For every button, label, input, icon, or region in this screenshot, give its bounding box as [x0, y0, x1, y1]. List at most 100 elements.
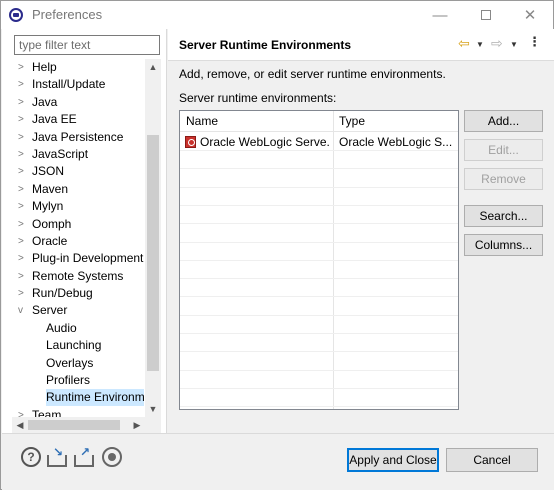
tree-item-server[interactable]: v Server	[12, 302, 144, 319]
column-header-type[interactable]: Type	[339, 114, 365, 128]
tree-item-oracle[interactable]: > Oracle	[12, 233, 144, 250]
collapsed-chevron-icon[interactable]: >	[18, 59, 28, 76]
tree-item-label: JavaScript	[32, 146, 89, 161]
page-title: Server Runtime Environments	[179, 38, 352, 52]
columns-button[interactable]: Columns...	[464, 234, 543, 256]
dialog-button-bar: ? ↘ ↗ Apply and Close Cancel	[2, 434, 554, 490]
tree-item-label: Overlays	[46, 355, 94, 370]
scroll-right-icon[interactable]: ▶	[129, 417, 145, 433]
add-button[interactable]: Add...	[464, 110, 543, 132]
tree-item-plug-in-development[interactable]: > Plug-in Development	[12, 250, 144, 267]
tree-item-label: Help	[32, 60, 57, 74]
help-icon[interactable]: ?	[21, 447, 41, 467]
tree-item-oomph[interactable]: > Oomph	[12, 216, 144, 233]
table-row[interactable]	[180, 225, 458, 243]
scroll-down-icon[interactable]: ▼	[145, 401, 161, 417]
tree-item-label: Launching	[46, 338, 102, 353]
expanded-chevron-icon[interactable]: v	[18, 302, 28, 319]
tree-item-mylyn[interactable]: > Mylyn	[12, 198, 144, 215]
import-preferences-icon[interactable]: ↘	[47, 445, 67, 467]
collapsed-chevron-icon[interactable]: >	[18, 94, 28, 111]
tree-item-launching[interactable]: Launching	[12, 337, 144, 354]
collapsed-chevron-icon[interactable]: >	[18, 268, 28, 285]
cancel-button[interactable]: Cancel	[446, 448, 538, 472]
runtime-environments-table[interactable]: Name Type Oracle WebLogic Serve... Oracle…	[179, 110, 459, 410]
maximize-button[interactable]	[463, 1, 509, 29]
tree-item-label: Java EE	[32, 112, 77, 127]
tree-item-maven[interactable]: > Maven	[12, 181, 144, 198]
tree-hscroll-thumb[interactable]	[28, 420, 120, 430]
runtime-type-cell: Oracle WebLogic S...	[339, 135, 453, 149]
tree-item-run-debug[interactable]: > Run/Debug	[12, 285, 144, 302]
collapsed-chevron-icon[interactable]: >	[18, 163, 28, 180]
forward-arrow-icon[interactable]: ⇨	[491, 36, 503, 50]
column-header-name[interactable]: Name	[186, 114, 218, 128]
table-row[interactable]	[180, 206, 458, 225]
filter-input[interactable]	[14, 35, 160, 55]
scroll-up-icon[interactable]: ▲	[145, 59, 161, 75]
tree-item-javascript[interactable]: > JavaScript	[12, 146, 144, 163]
tree-item-java[interactable]: > Java	[12, 94, 144, 111]
tree-item-runtime-environme[interactable]: Runtime Environme	[12, 389, 144, 407]
tree-item-label: Runtime Environme	[46, 389, 144, 407]
record-preferences-icon[interactable]	[102, 447, 122, 467]
export-preferences-icon[interactable]: ↗	[74, 445, 94, 467]
page-description: Add, remove, or edit server runtime envi…	[179, 67, 446, 81]
scroll-left-icon[interactable]: ◀	[12, 417, 28, 433]
tree-item-profilers[interactable]: Profilers	[12, 372, 144, 389]
table-row[interactable]	[180, 243, 458, 261]
apply-and-close-button[interactable]: Apply and Close	[347, 448, 439, 472]
tree-item-json[interactable]: > JSON	[12, 163, 144, 180]
collapsed-chevron-icon[interactable]: >	[18, 181, 28, 198]
runtime-list-label: Server runtime environments:	[179, 91, 337, 105]
collapsed-chevron-icon[interactable]: >	[18, 146, 28, 163]
back-arrow-icon[interactable]: ⇦	[458, 36, 470, 50]
collapsed-chevron-icon[interactable]: >	[18, 285, 28, 302]
collapsed-chevron-icon[interactable]: >	[18, 250, 28, 267]
collapsed-chevron-icon[interactable]: >	[18, 129, 28, 146]
table-row[interactable]	[180, 353, 458, 371]
search-button[interactable]: Search...	[464, 205, 543, 227]
tree-item-java-persistence[interactable]: > Java Persistence	[12, 129, 144, 146]
table-row[interactable]	[180, 334, 458, 353]
view-menu-icon[interactable]: ⋮	[528, 35, 541, 49]
tree-item-remote-systems[interactable]: > Remote Systems	[12, 268, 144, 285]
table-row[interactable]	[180, 389, 458, 408]
tree-item-java-ee[interactable]: > Java EE	[12, 111, 144, 128]
back-dropdown-icon[interactable]: ▼	[476, 38, 484, 52]
title-bar: Preferences — ✕	[1, 1, 553, 29]
tree-vertical-scrollbar[interactable]: ▲ ▼	[145, 59, 161, 447]
table-row[interactable]	[180, 279, 458, 298]
tree-horizontal-scrollbar[interactable]: ◀ ▶	[12, 417, 145, 433]
collapsed-chevron-icon[interactable]: >	[18, 111, 28, 128]
tree-item-audio[interactable]: Audio	[12, 320, 144, 337]
table-row[interactable]	[180, 371, 458, 389]
tree-item-label: JSON	[32, 164, 65, 179]
tree-item-label: Audio	[46, 320, 77, 335]
table-row[interactable]	[180, 298, 458, 316]
minimize-icon: —	[432, 6, 448, 24]
table-row[interactable]	[180, 261, 458, 280]
tree-item-label: Profilers	[46, 373, 91, 388]
close-button[interactable]: ✕	[507, 1, 553, 29]
tree-item-label: Install/Update	[32, 77, 106, 92]
tree-scroll-thumb[interactable]	[147, 135, 159, 371]
collapsed-chevron-icon[interactable]: >	[18, 233, 28, 250]
tree-item-help[interactable]: > Help	[12, 59, 144, 76]
tree-item-overlays[interactable]: Overlays	[12, 355, 144, 372]
table-row[interactable]	[180, 170, 458, 188]
collapsed-chevron-icon[interactable]: >	[18, 76, 28, 93]
tree-item-label: Plug-in Development	[32, 251, 144, 266]
tree-item-label: Mylyn	[32, 199, 64, 214]
collapsed-chevron-icon[interactable]: >	[18, 198, 28, 215]
table-row[interactable]	[180, 151, 458, 170]
collapsed-chevron-icon[interactable]: >	[18, 216, 28, 233]
table-row[interactable]	[180, 316, 458, 334]
forward-dropdown-icon[interactable]: ▼	[510, 38, 518, 52]
tree-item-install-update[interactable]: > Install/Update	[12, 76, 144, 93]
minimize-button[interactable]: —	[417, 1, 463, 29]
table-row[interactable]: Oracle WebLogic Serve... Oracle WebLogic …	[180, 133, 458, 151]
remove-button: Remove	[464, 168, 543, 190]
table-row[interactable]	[180, 188, 458, 206]
preferences-tree: > Help > Install/Update > Java > Java EE > Java P…	[12, 59, 144, 419]
